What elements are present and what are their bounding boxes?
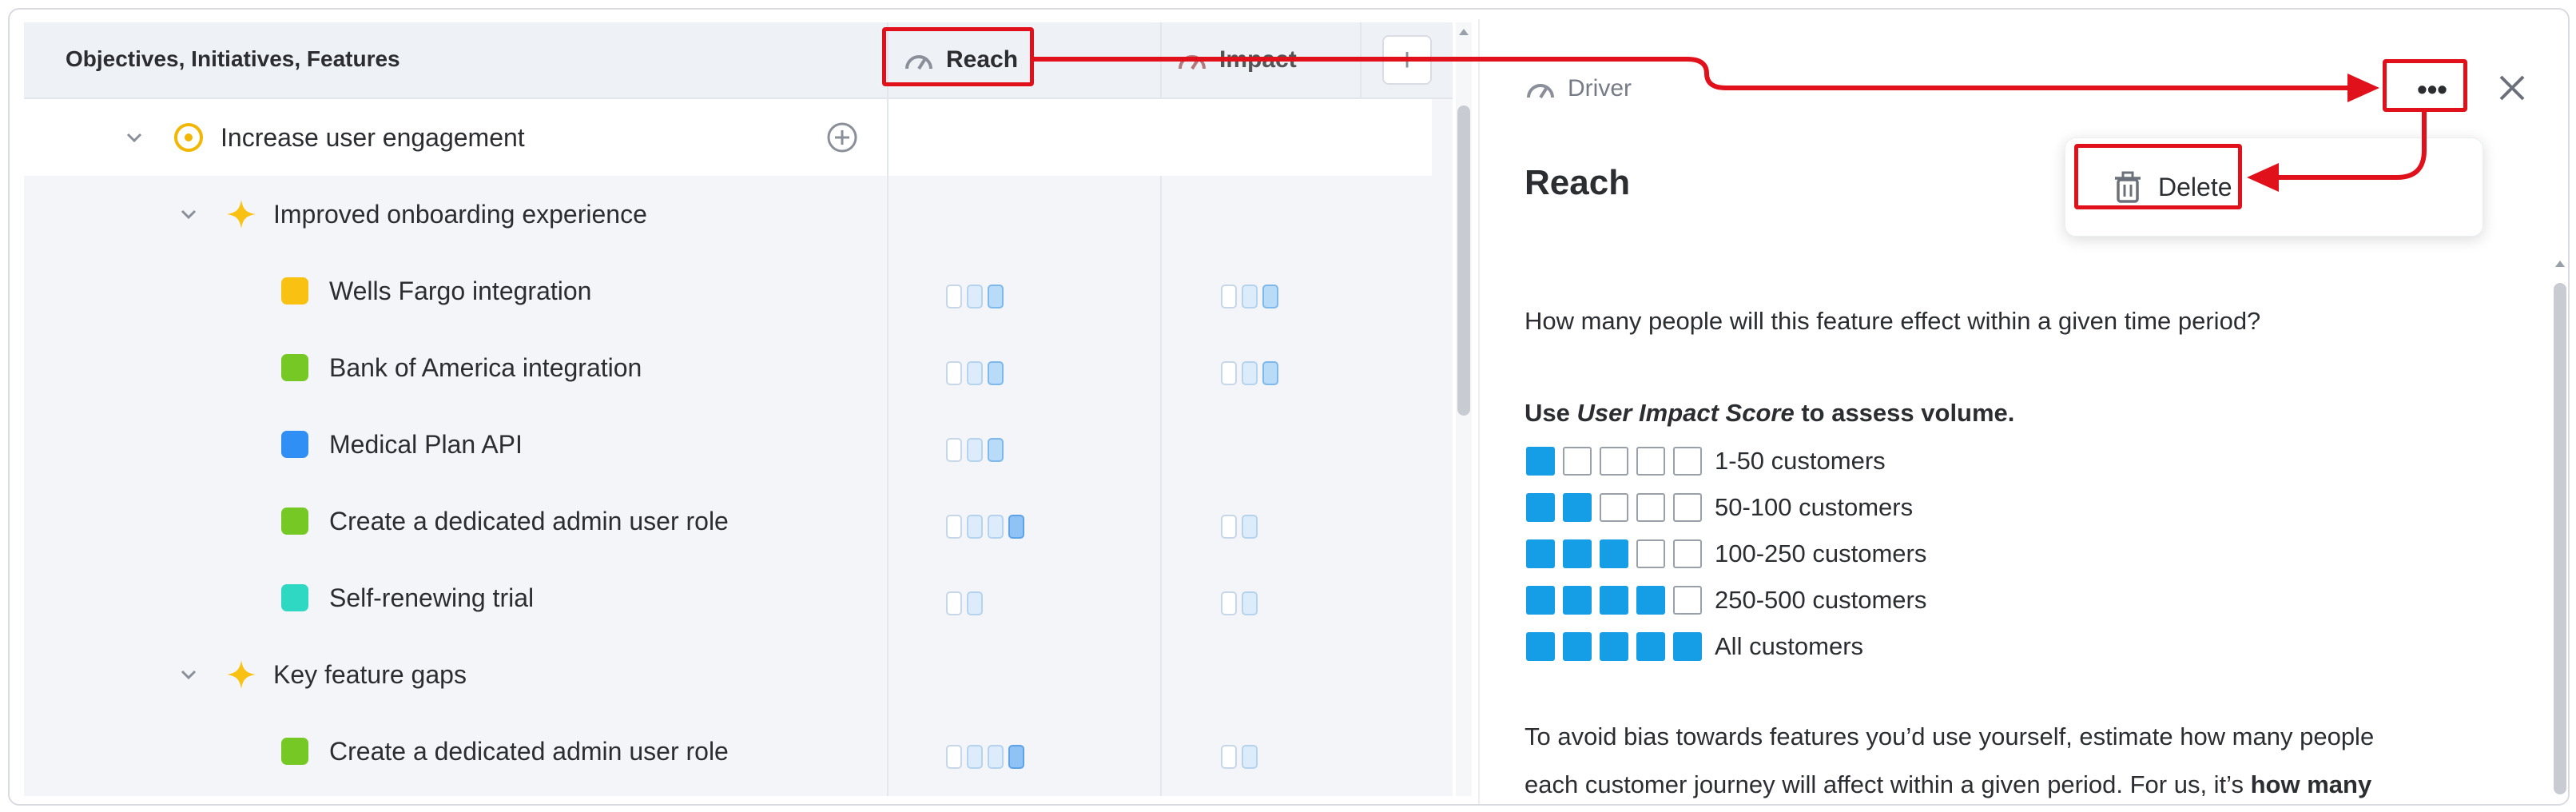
app-window: Objectives, Initiatives, Features Reach … [8, 8, 2570, 806]
annotation-arrows [1034, 57, 2427, 192]
